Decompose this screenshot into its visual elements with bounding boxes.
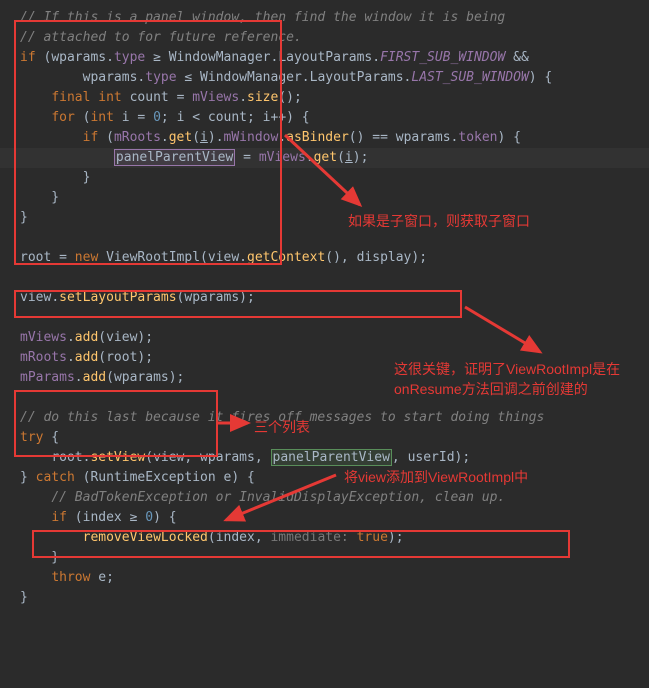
code-line — [0, 268, 649, 288]
comment: // BadTokenException or InvalidDisplayEx… — [51, 490, 505, 505]
code-line: root.setView(view, wparams, panelParentV… — [0, 448, 649, 468]
keyword-if: if — [20, 50, 36, 65]
code-line: } — [0, 208, 649, 228]
code-line: mViews.add(view); — [0, 328, 649, 348]
code-line: throw e; — [0, 568, 649, 588]
code-line: // BadTokenException or InvalidDisplayEx… — [0, 488, 649, 508]
comment: // do this last because it fires off mes… — [20, 410, 544, 425]
variable-panelparentview: panelParentView — [271, 449, 392, 466]
code-line: if (wparams.type ≥ WindowManager.LayoutP… — [0, 48, 649, 68]
code-editor[interactable]: // If this is a panel window, then find … — [0, 8, 649, 608]
parameter-hint: immediate: — [270, 530, 348, 545]
code-line: final int count = mViews.size(); — [0, 88, 649, 108]
code-line: } — [0, 188, 649, 208]
code-line: if (mRoots.get(i).mWindow.asBinder() == … — [0, 128, 649, 148]
comment: // If this is a panel window, then find … — [20, 10, 505, 25]
code-line — [0, 228, 649, 248]
code-line: try { — [0, 428, 649, 448]
code-line: } — [0, 588, 649, 608]
code-line: removeViewLocked(index, immediate: true)… — [0, 528, 649, 548]
code-line: // attached to for future reference. — [0, 28, 649, 48]
code-line: mParams.add(wparams); — [0, 368, 649, 388]
code-line: } — [0, 548, 649, 568]
code-line: mRoots.add(root); — [0, 348, 649, 368]
code-line — [0, 308, 649, 328]
comment: // attached to for future reference. — [20, 30, 302, 45]
code-line: wparams.type ≤ WindowManager.LayoutParam… — [0, 68, 649, 88]
code-line: } catch (RuntimeException e) { — [0, 468, 649, 488]
code-line: // do this last because it fires off mes… — [0, 408, 649, 428]
code-line: root = new ViewRootImpl(view.getContext(… — [0, 248, 649, 268]
variable-panelparentview: panelParentView — [114, 149, 235, 166]
code-line: // If this is a panel window, then find … — [0, 8, 649, 28]
code-line — [0, 388, 649, 408]
code-line: if (index ≥ 0) { — [0, 508, 649, 528]
code-line: view.setLayoutParams(wparams); — [0, 288, 649, 308]
code-line: panelParentView = mViews.get(i); — [0, 148, 649, 168]
code-line: } — [0, 168, 649, 188]
code-line: for (int i = 0; i < count; i++) { — [0, 108, 649, 128]
